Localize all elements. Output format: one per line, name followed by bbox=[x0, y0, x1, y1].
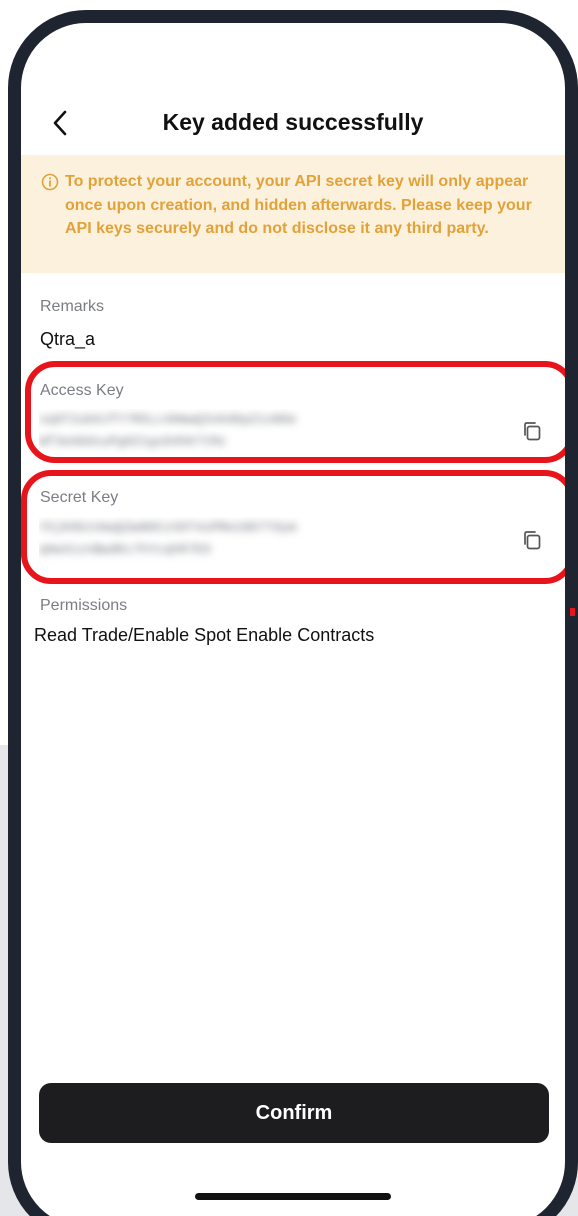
home-indicator bbox=[195, 1193, 391, 1200]
permissions-label: Permissions bbox=[40, 597, 128, 614]
secret-key-label: Secret Key bbox=[40, 489, 119, 506]
notice-text: To protect your account, your API secret… bbox=[65, 173, 532, 237]
page-title: Key added successfully bbox=[162, 109, 424, 135]
remarks-value: Qtra_a bbox=[40, 329, 96, 349]
remarks-label: Remarks bbox=[40, 298, 105, 315]
permissions-value: Read Trade/Enable Spot Enable Contracts bbox=[34, 625, 375, 645]
secret-key-value-redacted: Y5jK6b1VmqQ3wN0CzX8T4sPMe2dG7Tdym qHw3iz… bbox=[39, 520, 297, 557]
access-key-value-redacted: xq8T2ub9JfY7R5Lc4HmwQ3vKd6pZ1sN0e Wf3eA8… bbox=[39, 412, 297, 449]
security-notice: To protect your account, your API secret… bbox=[21, 155, 565, 273]
phone-frame: Key added successfully To protect your a… bbox=[8, 10, 578, 1216]
access-key-copy-button[interactable] bbox=[517, 416, 547, 446]
screen: Key added successfully To protect your a… bbox=[21, 23, 565, 1216]
secret-key-copy-button[interactable] bbox=[517, 525, 547, 555]
copy-icon bbox=[524, 531, 541, 550]
info-icon bbox=[41, 173, 59, 191]
annotation-mark bbox=[570, 608, 575, 616]
copy-icon bbox=[524, 422, 541, 441]
access-key-label: Access Key bbox=[40, 382, 124, 399]
confirm-button[interactable]: Confirm bbox=[39, 1083, 549, 1143]
